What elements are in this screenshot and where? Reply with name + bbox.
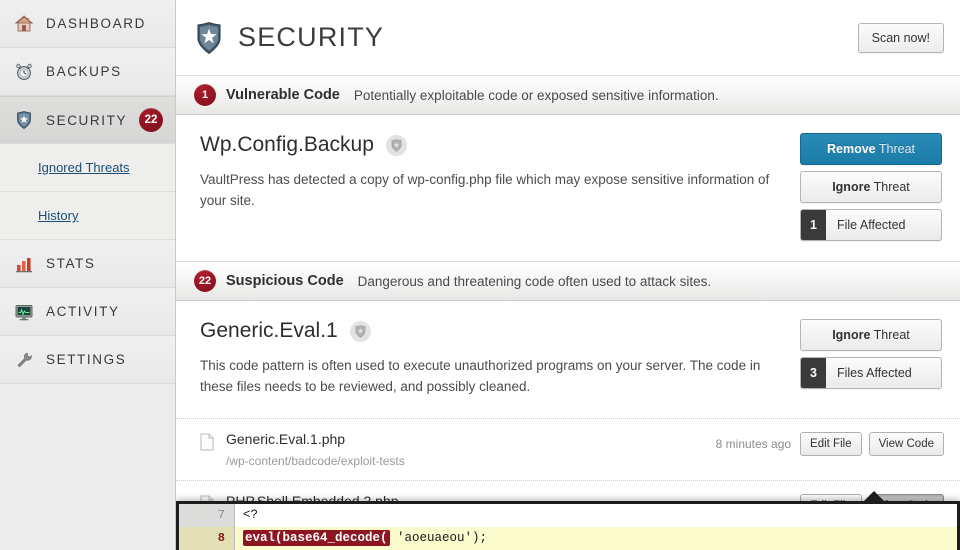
threat-title: Generic.Eval.1 (200, 319, 338, 342)
threat-actions: Ignore Threat 3 Files Affected (800, 319, 942, 398)
threat-wp-config-backup: Wp.Config.Backup VaultPress has detected… (176, 115, 960, 261)
status-badge: 22 (139, 108, 163, 132)
page-header: SECURITY Scan now! (176, 0, 960, 75)
files-affected-count: 3 (801, 358, 826, 388)
wrench-icon (17, 352, 32, 367)
bar-chart-icon (16, 257, 32, 272)
code-viewer-pointer (863, 491, 885, 502)
code-line-text-wrapper: eval(base64_decode( 'aoeuaeou'); (235, 527, 957, 550)
sidebar-item-dashboard[interactable]: DASHBOARD (0, 0, 175, 48)
sidebar-item-activity[interactable]: ACTIVITY (0, 288, 175, 336)
shield-small-icon (385, 134, 407, 156)
shield-icon (17, 111, 31, 129)
sidebar-item-label: STATS (46, 256, 96, 271)
section-title: Vulnerable Code (226, 87, 340, 103)
sidebar-item-label: SECURITY (46, 112, 128, 128)
sidebar-item-security[interactable]: SECURITY 22 (0, 96, 175, 144)
ignore-threat-strong: Ignore (832, 180, 871, 194)
sidebar: DASHBOARD BACKUPS SECURITY 22 Ignored Th… (0, 0, 176, 550)
edit-file-button[interactable]: Edit File (800, 431, 862, 456)
ignore-threat-rest: Threat (870, 328, 910, 342)
sidebar-item-ignored-threats[interactable]: Ignored Threats (0, 144, 175, 192)
file-name: Generic.Eval.1.php (226, 430, 346, 447)
house-icon (14, 14, 34, 31)
threat-description: This code pattern is often used to execu… (200, 358, 761, 394)
ignore-threat-button[interactable]: Ignore Threat (800, 319, 942, 351)
remove-threat-rest: Threat (875, 142, 915, 156)
threat-title-row: Wp.Config.Backup (200, 133, 780, 157)
page-title: SECURITY (238, 22, 385, 52)
threat-info: Wp.Config.Backup VaultPress has detected… (200, 133, 800, 241)
threat-title-row: Generic.Eval.1 (200, 319, 780, 343)
section-description: Dangerous and threatening code often use… (357, 273, 712, 289)
alarm-clock-icon (16, 63, 32, 80)
section-description: Potentially exploitable code or exposed … (353, 87, 719, 103)
remove-threat-button[interactable]: Remove Threat (800, 133, 942, 165)
threat-generic-eval-1: Generic.Eval.1 This code pattern is ofte… (176, 301, 960, 418)
sidebar-item-label: DASHBOARD (46, 16, 146, 31)
file-row[interactable]: Generic.Eval.1.php /wp-content/badcode/e… (176, 417, 960, 480)
file-actions: 8 minutes ago Edit File View Code (716, 431, 944, 456)
scan-now-button[interactable]: Scan now! (857, 22, 944, 53)
file-timestamp: 8 minutes ago (715, 436, 792, 451)
code-match-highlight: eval(base64_decode( (243, 530, 390, 546)
sidebar-item-label: ACTIVITY (46, 304, 120, 319)
sidebar-item-history[interactable]: History (0, 192, 175, 240)
code-line: 7 <? (179, 504, 957, 527)
files-affected-button[interactable]: 3 Files Affected (800, 357, 942, 389)
section-title: Suspicious Code (226, 273, 344, 289)
sidebar-item-settings[interactable]: SETTINGS (0, 336, 175, 384)
threat-info: Generic.Eval.1 This code pattern is ofte… (200, 319, 800, 398)
section-count-badge: 1 (194, 84, 216, 106)
sidebar-item-label: SETTINGS (46, 352, 127, 367)
security-page: DASHBOARD BACKUPS SECURITY 22 Ignored Th… (0, 0, 960, 550)
sidebar-subitem-label: History (38, 208, 79, 223)
shield-small-glyph (355, 324, 366, 338)
code-line-text: <? (243, 508, 259, 522)
files-affected-label: Files Affected (836, 366, 912, 380)
code-line-number: 8 (179, 527, 235, 550)
threat-actions: Remove Threat Ignore Threat 1 File Affec… (800, 133, 942, 241)
sidebar-item-backups[interactable]: BACKUPS (0, 48, 175, 96)
files-affected-count: 1 (801, 210, 826, 240)
section-count-badge: 22 (194, 270, 216, 292)
threat-title: Wp.Config.Backup (200, 133, 374, 156)
sidebar-subitem-label: Ignored Threats (38, 160, 130, 175)
sidebar-item-stats[interactable]: STATS (0, 240, 175, 288)
shield-small-glyph (391, 138, 402, 152)
remove-threat-strong: Remove (826, 142, 876, 156)
ignore-threat-button[interactable]: Ignore Threat (800, 171, 942, 203)
file-info: Generic.Eval.1.php /wp-content/badcode/e… (226, 431, 716, 468)
code-line-text: 'aoeuaeou'); (389, 531, 488, 545)
files-affected-button[interactable]: 1 File Affected (800, 209, 942, 241)
code-line-number: 7 (179, 504, 235, 527)
view-code-button[interactable]: View Code (868, 431, 944, 456)
shield-small-icon (349, 320, 371, 342)
code-viewer-panel: 7 <? 8 eval(base64_decode( 'aoeuaeou'); (176, 491, 960, 550)
file-icon (200, 433, 214, 451)
file-path: /wp-content/badcode/exploit-tests (226, 453, 405, 468)
section-header-vulnerable-code: 1 Vulnerable Code Potentially exploitabl… (176, 75, 960, 115)
main-content: SECURITY Scan now! 1 Vulnerable Code Pot… (176, 0, 960, 550)
sidebar-item-label: BACKUPS (46, 64, 122, 79)
files-affected-label: File Affected (836, 218, 906, 232)
section-header-suspicious-code: 22 Suspicious Code Dangerous and threate… (176, 261, 960, 301)
code-line: 8 eval(base64_decode( 'aoeuaeou'); (179, 527, 957, 550)
monitor-graph-icon (15, 304, 33, 320)
threat-description: VaultPress has detected a copy of wp-con… (200, 172, 770, 208)
shield-star-icon (197, 21, 221, 54)
ignore-threat-strong: Ignore (832, 328, 871, 342)
ignore-threat-rest: Threat (870, 180, 910, 194)
